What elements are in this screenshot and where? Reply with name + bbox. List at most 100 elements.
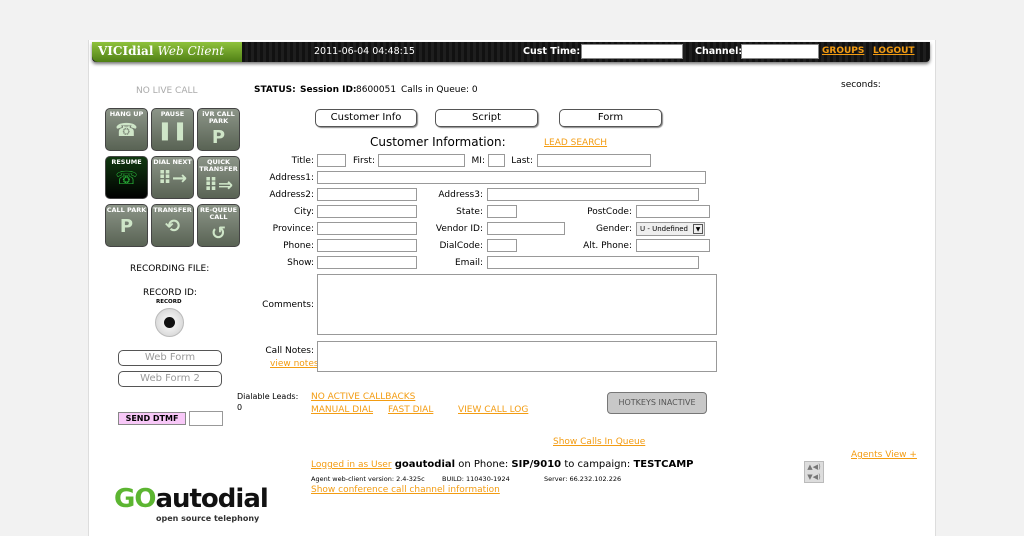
groups-link[interactable]: GROUPS <box>822 46 864 56</box>
phone-field[interactable] <box>317 239 417 252</box>
gender-select[interactable]: U - Undefined ▼ <box>636 222 705 236</box>
record-id-label: RECORD ID: <box>143 288 197 298</box>
seconds-label: seconds: <box>841 80 881 90</box>
conference-info-link[interactable]: Show conference call channel information <box>311 485 500 495</box>
city-label: City: <box>293 207 314 217</box>
comments-field[interactable] <box>317 274 717 335</box>
resume-call-icon: ☏ <box>115 168 138 189</box>
city-field[interactable] <box>317 205 417 218</box>
record-button[interactable] <box>155 308 184 337</box>
server-text: Server: 66.232.102.226 <box>544 475 622 483</box>
tab-script[interactable]: Script <box>435 109 538 127</box>
phone-label: Phone: <box>283 241 314 251</box>
call-notes-field[interactable] <box>317 341 717 372</box>
dtmf-field[interactable] <box>189 411 223 426</box>
phone-icon: ☎ <box>115 120 138 141</box>
show-field[interactable] <box>317 256 417 269</box>
call-button-transfer[interactable]: TRANSFER ⟲ <box>151 204 194 247</box>
version-text: Agent web-client version: 2.4-325c <box>311 475 425 483</box>
dialable-leads-label: Dialable Leads: <box>237 392 299 401</box>
volume-up-icon[interactable]: ▲◀) <box>805 462 823 472</box>
quick-transfer-icon: ⠿⇒ <box>203 175 234 196</box>
alt-phone-label: Alt. Phone: <box>583 241 632 251</box>
web-form-2-button[interactable]: Web Form 2 <box>118 371 222 387</box>
last-label: Last: <box>511 156 533 166</box>
top-bar: VICIdial Web Client 2011-06-04 04:48:15 … <box>92 42 930 62</box>
call-button-ivr-call-park[interactable]: iVR CALL PARK P <box>197 108 240 151</box>
address2-label: Address2: <box>269 190 314 200</box>
tab-form[interactable]: Form <box>559 109 662 127</box>
view-call-log-link[interactable]: VIEW CALL LOG <box>458 405 528 415</box>
gender-label: Gender: <box>595 224 632 234</box>
channel-label: Channel: <box>695 46 743 57</box>
last-field[interactable] <box>537 154 651 167</box>
dialable-leads-value: 0 <box>237 403 243 412</box>
record-icon <box>164 317 175 328</box>
show-label: Show: <box>287 258 314 268</box>
calls-in-queue: Calls in Queue: 0 <box>401 85 478 95</box>
channel-field[interactable] <box>741 44 819 59</box>
logout-link[interactable]: LOGOUT <box>873 46 915 56</box>
cust-time-field[interactable] <box>581 44 683 59</box>
address2-field[interactable] <box>317 188 417 201</box>
dialcode-field[interactable] <box>487 239 517 252</box>
call-button-pause[interactable]: PAUSE ❚❚ <box>151 108 194 151</box>
call-button-hang-up[interactable]: HANG UP ☎ <box>105 108 148 151</box>
vicidial-logo: VICIdial Web Client <box>92 42 242 62</box>
logged-in-link[interactable]: Logged in as User <box>311 460 392 470</box>
volume-down-icon[interactable]: ▼◀) <box>805 472 823 482</box>
send-dtmf-button[interactable]: SEND DTMF <box>118 412 186 425</box>
call-button-call-park[interactable]: CALL PARK P <box>105 204 148 247</box>
cust-time-label: Cust Time: <box>523 46 581 57</box>
login-info: Logged in as User goautodial on Phone: S… <box>311 459 693 470</box>
call-button-resume[interactable]: RESUME ☏ <box>105 156 148 199</box>
state-label: State: <box>456 207 483 217</box>
live-call-status: NO LIVE CALL <box>136 86 198 96</box>
requeue-icon: ↺ <box>210 223 227 244</box>
form-title: Customer Information: <box>370 135 506 149</box>
email-field[interactable] <box>487 256 699 269</box>
fast-dial-link[interactable]: FAST DIAL <box>388 405 433 415</box>
button-label: PAUSE <box>160 110 185 118</box>
hotkeys-button[interactable]: HOTKEYS INACTIVE <box>607 392 707 414</box>
button-label: RESUME <box>111 158 142 166</box>
volume-control[interactable]: ▲◀) ▼◀) <box>804 461 824 483</box>
on-phone-label: on Phone: <box>458 459 509 470</box>
call-button-dial-next[interactable]: DIAL NEXT ⠿→ <box>151 156 194 199</box>
postcode-field[interactable] <box>636 205 710 218</box>
button-label: TRANSFER <box>153 206 192 214</box>
button-label: DIAL NEXT <box>153 158 192 166</box>
callbacks-link[interactable]: NO ACTIVE CALLBACKS <box>311 392 415 402</box>
session-label: Session ID: <box>300 85 357 95</box>
build-text: BUILD: 110430-1924 <box>442 475 510 483</box>
lead-search-link[interactable]: LEAD SEARCH <box>544 138 607 148</box>
web-form-button[interactable]: Web Form <box>118 350 222 366</box>
vendor-id-label: Vendor ID: <box>435 224 483 234</box>
button-label: QUICK TRANSFER <box>199 158 238 173</box>
transfer-icon: ⟲ <box>164 216 181 237</box>
park-icon: P <box>119 216 134 237</box>
dialcode-label: DialCode: <box>439 241 483 251</box>
button-label: RE-QUEUE CALL <box>199 206 238 221</box>
view-notes-link[interactable]: view notes <box>270 359 319 369</box>
show-calls-queue-link[interactable]: Show Calls In Queue <box>553 437 645 447</box>
status-label: STATUS: <box>254 85 296 95</box>
phone-value: SIP/9010 <box>511 459 562 470</box>
manual-dial-link[interactable]: MANUAL DIAL <box>311 405 373 415</box>
province-label: Province: <box>272 224 314 234</box>
goautodial-logo: GOautodial open source telephony <box>114 484 269 523</box>
recording-file-label: RECORDING FILE: <box>130 264 210 274</box>
address3-field[interactable] <box>487 188 699 201</box>
address3-label: Address3: <box>438 190 483 200</box>
tab-customer-info[interactable]: Customer Info <box>315 109 417 127</box>
agents-view-link[interactable]: Agents View + <box>851 450 917 460</box>
address1-field[interactable] <box>317 171 706 184</box>
province-field[interactable] <box>317 222 417 235</box>
email-label: Email: <box>454 258 483 268</box>
comments-label: Comments: <box>262 300 314 310</box>
button-label: iVR CALL PARK <box>202 110 235 125</box>
session-id: 8600051 <box>356 85 397 95</box>
state-field[interactable] <box>487 205 517 218</box>
alt-phone-field[interactable] <box>636 239 710 252</box>
dialpad-icon: ⠿→ <box>157 168 188 189</box>
